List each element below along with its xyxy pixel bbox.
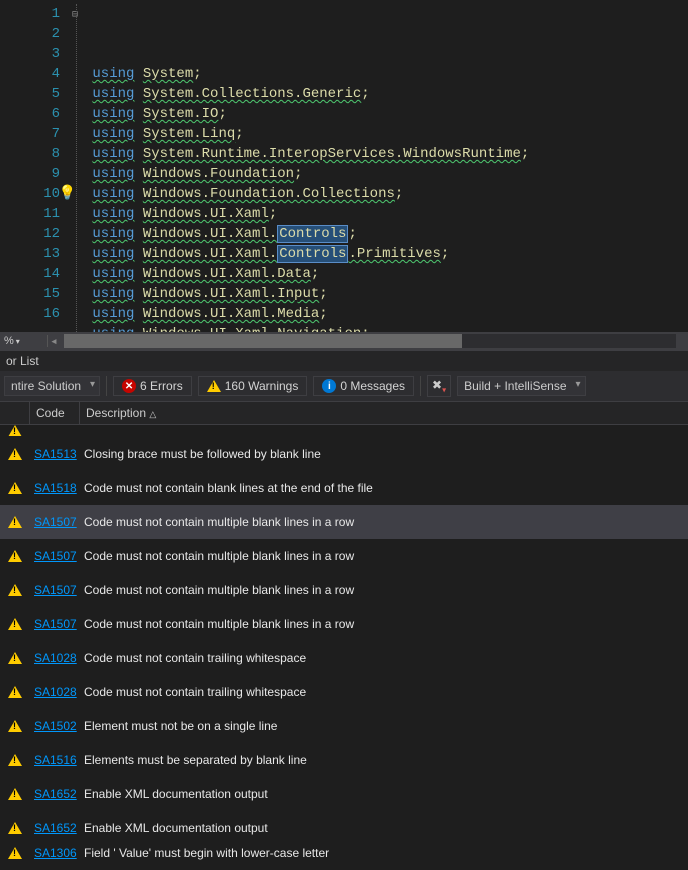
scrollbar-thumb[interactable] xyxy=(64,334,462,348)
line-number: 16 xyxy=(0,304,60,324)
info-icon: i xyxy=(322,379,336,393)
line-number: 9 xyxy=(0,164,60,184)
error-icon: ✕ xyxy=(122,379,136,393)
description-column-header[interactable]: Description △ xyxy=(80,402,688,424)
line-number: 6 xyxy=(0,104,60,124)
line-number: 14 xyxy=(0,264,60,284)
warning-icon xyxy=(0,448,30,460)
line-number: 7 xyxy=(0,124,60,144)
warning-icon xyxy=(0,754,30,766)
line-number: 3 xyxy=(0,44,60,64)
line-number: 11 xyxy=(0,204,60,224)
code-content[interactable]: using System; using System.Collections.G… xyxy=(72,0,688,332)
line-number: 15 xyxy=(0,284,60,304)
error-description: Element must not be on a single line xyxy=(80,719,688,733)
error-row[interactable]: SA1513Closing brace must be followed by … xyxy=(0,437,688,471)
error-row[interactable]: SA1507Code must not contain multiple bla… xyxy=(0,539,688,573)
error-description: Enable XML documentation output xyxy=(80,787,688,801)
code-editor[interactable]: ⊟ 1 2 3 4 5 6 7 8 9 10 11 12 13 14 15 16… xyxy=(0,0,688,332)
error-row[interactable]: SA1652Enable XML documentation output xyxy=(0,811,688,845)
error-code-link[interactable]: SA1507 xyxy=(30,515,80,529)
line-number: 13 xyxy=(0,244,60,264)
error-description: Code must not contain multiple blank lin… xyxy=(80,583,688,597)
error-code-link[interactable]: SA1507 xyxy=(30,617,80,631)
error-description: Closing brace must be followed by blank … xyxy=(80,447,688,461)
error-code-link[interactable]: SA1507 xyxy=(30,549,80,563)
error-row[interactable]: SA1507Code must not contain multiple bla… xyxy=(0,607,688,641)
warning-icon xyxy=(0,788,30,800)
warning-icon xyxy=(0,584,30,596)
clear-filter-button[interactable]: ✖▾ xyxy=(427,375,451,397)
error-code-link[interactable]: SA1513 xyxy=(30,447,80,461)
error-description: Code must not contain trailing whitespac… xyxy=(80,685,688,699)
build-intellisense-dropdown[interactable]: Build + IntelliSense xyxy=(457,376,585,396)
warning-icon xyxy=(0,482,30,494)
error-code-link[interactable]: SA1516 xyxy=(30,753,80,767)
line-number: 5 xyxy=(0,84,60,104)
error-description: Enable XML documentation output xyxy=(80,821,688,835)
error-list-title: or List xyxy=(0,350,688,371)
line-number: 12 xyxy=(0,224,60,244)
horizontal-scrollbar[interactable]: %▾ ◂ xyxy=(0,332,688,350)
error-row[interactable]: SA1518Code must not contain blank lines … xyxy=(0,471,688,505)
error-code-link[interactable]: SA1518 xyxy=(30,481,80,495)
line-number: 1 xyxy=(0,4,60,24)
error-description: Code must not contain multiple blank lin… xyxy=(80,515,688,529)
warning-icon xyxy=(0,822,30,834)
error-row[interactable]: SA1516Elements must be separated by blan… xyxy=(0,743,688,777)
warning-icon xyxy=(0,652,30,664)
error-row[interactable]: SA1507Code must not contain multiple bla… xyxy=(0,505,688,539)
code-column-header[interactable]: Code xyxy=(30,402,80,424)
error-description: Code must not contain blank lines at the… xyxy=(80,481,688,495)
error-row[interactable]: SA1028Code must not contain trailing whi… xyxy=(0,641,688,675)
error-code-link[interactable]: SA1507 xyxy=(30,583,80,597)
column-headers[interactable]: Code Description △ xyxy=(0,402,688,425)
error-code-link[interactable]: SA1028 xyxy=(30,685,80,699)
warning-icon xyxy=(0,720,30,732)
line-number: 2 xyxy=(0,24,60,44)
error-description: Code must not contain multiple blank lin… xyxy=(80,617,688,631)
scope-dropdown[interactable]: ntire Solution xyxy=(4,376,100,396)
error-list-toolbar: ntire Solution ✕ 6 Errors 160 Warnings i… xyxy=(0,371,688,402)
zoom-dropdown[interactable]: %▾ xyxy=(0,335,48,347)
error-row[interactable]: SA1507Code must not contain multiple bla… xyxy=(0,573,688,607)
messages-filter[interactable]: i 0 Messages xyxy=(313,376,414,396)
error-description: Elements must be separated by blank line xyxy=(80,753,688,767)
errors-filter[interactable]: ✕ 6 Errors xyxy=(113,376,192,396)
error-row[interactable]: SA1652Enable XML documentation output xyxy=(0,777,688,811)
line-number: 10 xyxy=(0,184,60,204)
error-code-link[interactable]: SA1502 xyxy=(30,719,80,733)
warning-icon xyxy=(0,618,30,630)
line-number-gutter: ⊟ 1 2 3 4 5 6 7 8 9 10 11 12 13 14 15 16… xyxy=(0,0,72,332)
error-description: Code must not contain multiple blank lin… xyxy=(80,549,688,563)
error-row[interactable]: SA1502Element must not be on a single li… xyxy=(0,709,688,743)
error-code-link[interactable]: SA1652 xyxy=(30,787,80,801)
warning-icon xyxy=(207,380,221,392)
error-code-link[interactable]: SA1652 xyxy=(30,821,80,835)
warning-icon xyxy=(0,686,30,698)
warning-icon xyxy=(0,516,30,528)
error-code-link[interactable]: SA1028 xyxy=(30,651,80,665)
icon-column-header[interactable] xyxy=(0,402,30,424)
warnings-filter[interactable]: 160 Warnings xyxy=(198,376,308,396)
warning-icon xyxy=(0,550,30,562)
scrollbar-track[interactable] xyxy=(64,334,676,348)
error-rows: SA1513Closing brace must be followed by … xyxy=(0,425,688,861)
error-description: Code must not contain trailing whitespac… xyxy=(80,651,688,665)
line-number: 8 xyxy=(0,144,60,164)
error-row[interactable]: SA1028Code must not contain trailing whi… xyxy=(0,675,688,709)
line-number: 4 xyxy=(0,64,60,84)
